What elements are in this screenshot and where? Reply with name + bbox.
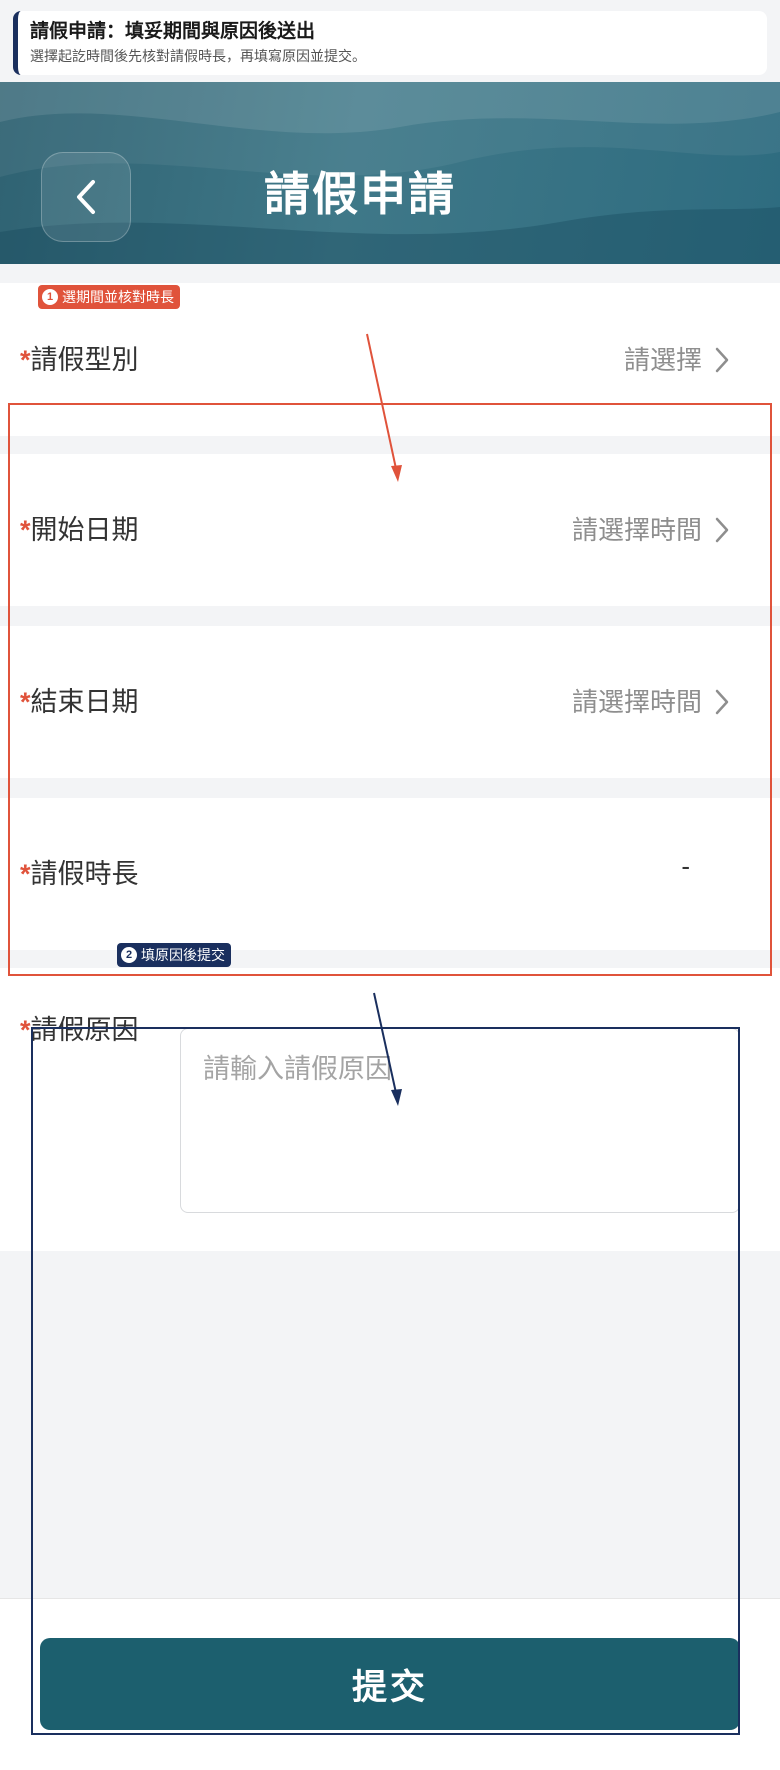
required-mark: * bbox=[20, 515, 31, 545]
chevron-right-icon bbox=[715, 689, 729, 715]
end-date-value: 請選擇時間 bbox=[571, 687, 702, 717]
reason-label-text: 請假原因 bbox=[30, 1015, 139, 1045]
reason-label: *請假原因 bbox=[20, 1012, 139, 1048]
end-date-row[interactable]: *結束日期 請選擇時間 bbox=[0, 626, 780, 778]
bottom-bar: 提交 bbox=[0, 1598, 780, 1770]
start-date-label-text: 開始日期 bbox=[30, 515, 139, 545]
duration-row: *請假時長 - bbox=[0, 798, 780, 950]
step1-number: 1 bbox=[42, 289, 58, 305]
page-title: 請假申請 bbox=[264, 168, 456, 220]
reason-textarea-wrapper bbox=[180, 1028, 740, 1213]
required-mark: * bbox=[20, 1015, 31, 1045]
submit-button[interactable]: 提交 bbox=[40, 1638, 740, 1730]
leave-type-label: *請假型別 bbox=[20, 342, 139, 378]
duration-value: - bbox=[681, 851, 690, 881]
start-date-value: 請選擇時間 bbox=[571, 515, 702, 545]
required-mark: * bbox=[20, 345, 31, 375]
duration-label-text: 請假時長 bbox=[30, 859, 139, 889]
duration-label: *請假時長 bbox=[20, 856, 139, 892]
leave-type-label-text: 請假型別 bbox=[30, 345, 139, 375]
end-date-label-text: 結束日期 bbox=[30, 687, 139, 717]
start-date-label: *開始日期 bbox=[20, 512, 139, 548]
end-date-picker[interactable]: 請選擇時間 bbox=[572, 684, 730, 720]
banner-title: 請假申請：填妥期間與原因後送出 bbox=[30, 21, 316, 42]
start-date-row[interactable]: *開始日期 請選擇時間 bbox=[0, 454, 780, 606]
leave-type-select[interactable]: 請選擇 bbox=[624, 342, 730, 378]
chevron-right-icon bbox=[715, 517, 729, 543]
start-date-picker[interactable]: 請選擇時間 bbox=[572, 512, 730, 548]
step1-text: 選期間並核對時長 bbox=[62, 289, 174, 305]
required-mark: * bbox=[20, 687, 31, 717]
end-date-label: *結束日期 bbox=[20, 684, 139, 720]
app-header: 請假申請 bbox=[0, 82, 780, 264]
banner-subtitle: 選擇起訖時間後先核對請假時長，再填寫原因並提交。 bbox=[30, 48, 366, 64]
step2-number: 2 bbox=[121, 947, 137, 963]
step2-tag: 2 填原因後提交 bbox=[117, 943, 231, 967]
reason-textarea[interactable] bbox=[181, 1029, 739, 1212]
step1-tag: 1 選期間並核對時長 bbox=[38, 285, 180, 309]
instruction-banner: 請假申請：填妥期間與原因後送出 選擇起訖時間後先核對請假時長，再填寫原因並提交。 bbox=[13, 11, 767, 75]
required-mark: * bbox=[20, 859, 31, 889]
leave-form: *請假型別 請選擇 *開始日期 請選擇時間 *結束日期 請選擇時間 *請假時長 … bbox=[0, 283, 780, 1251]
chevron-right-icon bbox=[715, 347, 729, 373]
step2-text: 填原因後提交 bbox=[141, 947, 225, 963]
leave-type-value: 請選擇 bbox=[623, 345, 702, 375]
